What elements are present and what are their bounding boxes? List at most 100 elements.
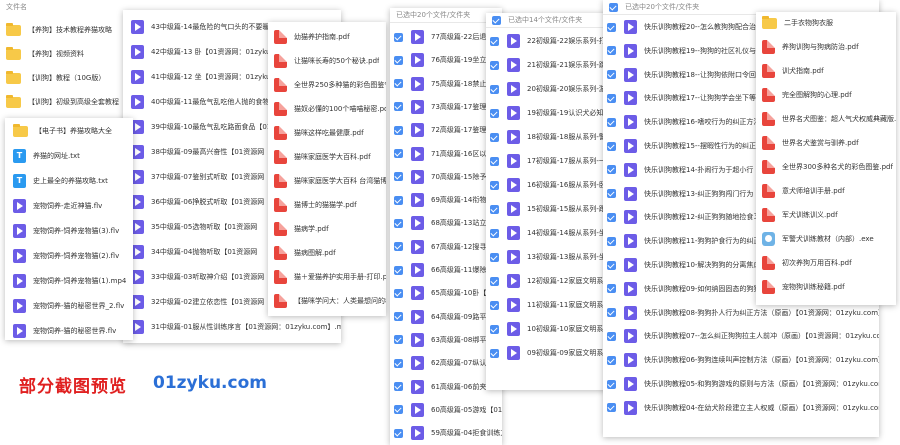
row-checkbox[interactable]	[607, 379, 616, 389]
row-checkbox[interactable]	[607, 165, 616, 175]
file-row[interactable]: 全世界300多种名犬的彩色图鉴.pdf	[756, 156, 896, 178]
row-checkbox[interactable]	[394, 172, 403, 182]
file-row[interactable]: 19初级篇-19认识犬必知	[486, 102, 608, 124]
row-checkbox[interactable]	[490, 180, 499, 190]
file-row[interactable]: 【养狗】技术教程养猫攻略	[0, 19, 128, 41]
row-checkbox[interactable]	[394, 102, 403, 112]
row-checkbox[interactable]	[394, 195, 403, 205]
row-checkbox[interactable]	[394, 335, 403, 345]
file-row[interactable]: 世界名犬图鉴：超人气犬权威典藏版.pdf	[756, 108, 896, 130]
file-row[interactable]: 宠物狗训练秘籍.pdf	[756, 276, 896, 298]
file-row[interactable]: T 养猫的网址.txt	[5, 145, 133, 167]
file-row[interactable]: 完全图解狗的心理.pdf	[756, 84, 896, 106]
file-row[interactable]: 13初级篇-13服从系列-坐	[486, 246, 608, 268]
row-checkbox[interactable]	[394, 288, 403, 298]
file-row[interactable]: 快乐训狗教程04-在幼犬阶段建立主人权威（原画）【01资源网：01zyku.co…	[603, 397, 879, 419]
file-row[interactable]: 【训狗】教程（10G版）	[0, 67, 128, 89]
row-checkbox[interactable]	[607, 403, 616, 413]
file-row[interactable]: 【训狗】初级到高级全套教程	[0, 91, 128, 113]
column-header[interactable]: 文件名	[0, 0, 128, 15]
row-checkbox[interactable]	[394, 405, 403, 415]
row-checkbox[interactable]	[490, 84, 499, 94]
row-checkbox[interactable]	[394, 125, 403, 135]
row-checkbox[interactable]	[607, 46, 616, 56]
file-row[interactable]: 猫博士的猫猫学.pdf	[268, 194, 386, 216]
file-row[interactable]: 快乐训狗教程06-狗狗连续叫声控制方法（原画）【01资源网：01zyku.com…	[603, 349, 879, 371]
file-row[interactable]: 猫咪家庭医学大百科.pdf	[268, 146, 386, 168]
row-checkbox[interactable]	[607, 260, 616, 270]
row-checkbox[interactable]	[490, 108, 499, 118]
file-row[interactable]: 59高级篇-04拒食训练方法【01资源网：01zyku.com】.mpg	[390, 422, 502, 444]
row-checkbox[interactable]	[490, 324, 499, 334]
row-checkbox[interactable]	[490, 156, 499, 166]
file-row[interactable]: 20初级篇-20娱乐系列-游泳	[486, 78, 608, 100]
file-row[interactable]: 21初级篇-21娱乐系列-跳绳	[486, 54, 608, 76]
row-checkbox[interactable]	[394, 149, 403, 158]
row-checkbox[interactable]	[607, 189, 616, 199]
file-row[interactable]: 世界名犬鉴赏与驯养.pdf	[756, 132, 896, 154]
file-row[interactable]: 初次养狗万用百科.pdf	[756, 252, 896, 274]
row-checkbox[interactable]	[490, 348, 499, 358]
row-checkbox[interactable]	[607, 308, 616, 318]
file-row[interactable]: 14初级篇-14服从系列-坐在	[486, 222, 608, 244]
file-row[interactable]: 养狗训狗与狗病防治.pdf	[756, 36, 896, 58]
row-checkbox[interactable]	[490, 60, 499, 70]
file-row[interactable]: 猫奴必懂的100个喵喵秘密.pdf	[268, 98, 386, 120]
row-checkbox[interactable]	[607, 284, 616, 294]
file-row[interactable]: 16初级篇-16服从系列-卧在	[486, 174, 608, 196]
file-row[interactable]: 军犬训练训义.pdf	[756, 204, 896, 226]
file-row[interactable]: 军警犬训练教材（内部）.exe	[756, 228, 896, 250]
file-row[interactable]: 训犬指南.pdf	[756, 60, 896, 82]
file-row[interactable]: 11初级篇-11家庭文明系列	[486, 294, 608, 316]
file-row[interactable]: 幼猫养护指南.pdf	[268, 26, 386, 48]
row-checkbox[interactable]	[607, 93, 616, 103]
row-checkbox[interactable]	[394, 79, 403, 89]
row-checkbox[interactable]	[394, 55, 403, 65]
file-row[interactable]: 31中级篇-01服从性训练序言【01资源网：01zyku.com】.mpg	[123, 316, 341, 338]
select-all-checkbox[interactable]	[492, 15, 501, 25]
file-row[interactable]: 09初级篇-09家庭文明系列	[486, 342, 608, 364]
file-row[interactable]: 【电子书】养猫攻略大全	[5, 120, 133, 142]
file-row[interactable]: 60高级篇-05游戏【01资源网：01zyku.com】.mpg	[390, 399, 502, 421]
file-row[interactable]: 宠物饲养-走近神猫.flv	[5, 195, 133, 217]
row-checkbox[interactable]	[394, 312, 403, 322]
file-row[interactable]: 宠物饲养-猫的秘密世界.flv	[5, 320, 133, 340]
row-checkbox[interactable]	[607, 22, 616, 32]
row-checkbox[interactable]	[490, 252, 499, 262]
row-checkbox[interactable]	[394, 358, 403, 368]
file-row[interactable]: 22初级篇-22娱乐系列-打转	[486, 30, 608, 52]
file-row[interactable]: 宠物饲养-饲养宠物猫(3).flv	[5, 220, 133, 242]
file-row[interactable]: 12初级篇-12家庭文明系列	[486, 270, 608, 292]
file-row[interactable]: 17初级篇-17服从系列-一招	[486, 150, 608, 172]
row-checkbox[interactable]	[607, 331, 616, 341]
row-checkbox[interactable]	[490, 300, 499, 310]
file-row[interactable]: 猫＋爱猫养护实用手册-打印.pdf	[268, 266, 386, 288]
file-row[interactable]: 快乐训狗教程07--怎么纠正狗狗拉主人前冲（原画）【01资源网：01zyku.c…	[603, 325, 879, 347]
row-checkbox[interactable]	[490, 132, 499, 142]
row-checkbox[interactable]	[490, 228, 499, 238]
row-checkbox[interactable]	[607, 212, 616, 222]
row-checkbox[interactable]	[394, 265, 403, 275]
file-row[interactable]: 猫病学.pdf	[268, 218, 386, 240]
row-checkbox[interactable]	[490, 36, 499, 46]
file-row[interactable]: 让猫咪长寿的50个秘诀.pdf	[268, 50, 386, 72]
file-row[interactable]: 猫咪这样吃最健康.pdf	[268, 122, 386, 144]
row-checkbox[interactable]	[607, 236, 616, 246]
row-checkbox[interactable]	[394, 382, 403, 391]
file-row[interactable]: 18初级篇-18服从系列-警告	[486, 126, 608, 148]
row-checkbox[interactable]	[394, 218, 403, 228]
row-checkbox[interactable]	[394, 242, 403, 252]
row-checkbox[interactable]	[607, 355, 616, 365]
row-checkbox[interactable]	[490, 276, 499, 286]
row-checkbox[interactable]	[607, 117, 616, 127]
file-row[interactable]: 猫咪家庭医学大百科 台湾猫博士	[268, 170, 386, 192]
file-row[interactable]: 宠物饲养-饲养宠物猫(2).flv	[5, 245, 133, 267]
row-checkbox[interactable]	[394, 32, 403, 42]
row-checkbox[interactable]	[607, 141, 616, 151]
file-row[interactable]: 10初级篇-10家庭文明系列	[486, 318, 608, 340]
file-row[interactable]: 【养狗】视频资料	[0, 43, 128, 65]
file-row[interactable]: 快乐训狗教程05-和狗狗游戏的原则与方法（原画）【01资源网：01zyku.co…	[603, 373, 879, 395]
file-row[interactable]: 15初级篇-15服从系列-跟随	[486, 198, 608, 220]
file-row[interactable]: T 史上最全的养猫攻略.txt	[5, 170, 133, 192]
file-row[interactable]: 全世界250多种猫的彩色图鉴%50	[268, 74, 386, 96]
